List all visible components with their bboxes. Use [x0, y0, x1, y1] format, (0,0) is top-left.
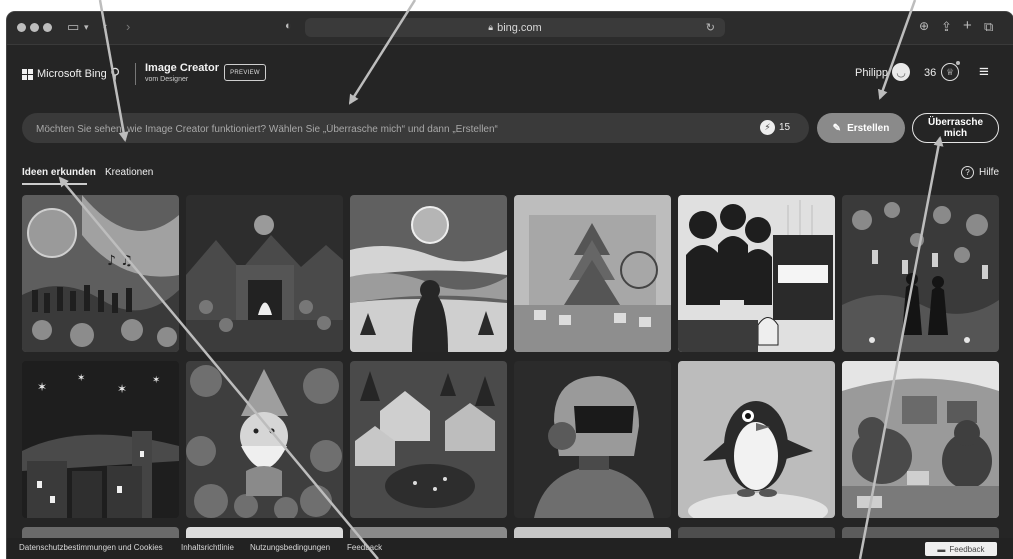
microsoft-logo-icon: [22, 68, 33, 80]
tab-creations[interactable]: Kreationen: [105, 167, 153, 178]
page-footer: Datenschutzbestimmungen und Cookies Inha…: [7, 538, 1013, 559]
feedback-button-label: Feedback: [949, 544, 985, 554]
url-text: bing.com: [497, 21, 542, 34]
help-link[interactable]: ? Hilfe: [961, 166, 999, 179]
gallery-image-santa-ornaments[interactable]: [186, 361, 343, 518]
footer-link-terms[interactable]: Nutzungsbedingungen: [250, 543, 330, 552]
gallery-image-bears-in-den[interactable]: [842, 361, 999, 518]
hamburger-menu-icon[interactable]: ≡: [979, 62, 989, 82]
gallery-image-snowy-village-square[interactable]: [350, 361, 507, 518]
browser-window: ▭ ▾ ‹ › ◐ 🔒︎ bing.com ↻ ⊕ ⇪ + ⧉ Microsof…: [7, 12, 1013, 559]
browser-toolbar: ▭ ▾ ‹ › ◐ 🔒︎ bing.com ↻ ⊕ ⇪ + ⧉: [7, 12, 1013, 45]
new-tab-plus-icon[interactable]: +: [963, 17, 972, 34]
share-icon[interactable]: ⇪: [941, 19, 952, 35]
svg-text:✶: ✶: [37, 380, 47, 394]
prompt-box: ⚡︎ 15: [22, 113, 809, 145]
gallery-image-lantern-garden-couple[interactable]: [842, 195, 999, 352]
svg-text:✶: ✶: [117, 382, 127, 396]
product-subtitle: vom Designer: [145, 76, 189, 83]
download-icon[interactable]: ⊕: [919, 19, 929, 33]
close-window-dot[interactable]: [17, 23, 26, 32]
preview-badge: PREVIEW: [224, 64, 266, 81]
microsoft-bing-logo[interactable]: Microsoft Bing: [22, 68, 107, 80]
tab-overview-icon[interactable]: ⧉: [984, 19, 993, 35]
prompt-input[interactable]: [34, 113, 738, 145]
boost-counter[interactable]: ⚡︎ 15: [760, 120, 790, 135]
gallery-image-space-concert[interactable]: ♪ ♫: [22, 195, 179, 352]
create-button[interactable]: ✎ Erstellen: [817, 113, 905, 143]
surprise-me-button[interactable]: Überrasche mich: [912, 113, 999, 143]
header-divider: [135, 63, 136, 85]
site-header: Microsoft Bing ⚲ Image Creator vom Desig…: [7, 45, 1013, 95]
reload-icon[interactable]: ↻: [706, 21, 715, 34]
footer-link-feedback[interactable]: Feedback: [347, 543, 382, 552]
rewards-points[interactable]: 36: [924, 67, 936, 79]
zoom-window-dot[interactable]: [43, 23, 52, 32]
svg-text:✶: ✶: [77, 373, 85, 384]
gallery-image-miniature-christmas-village[interactable]: [514, 195, 671, 352]
help-label: Hilfe: [979, 167, 1000, 178]
create-button-label: Erstellen: [847, 122, 890, 134]
bing-image-creator-page: Microsoft Bing ⚲ Image Creator vom Desig…: [7, 45, 1013, 559]
svg-text:♪ ♫: ♪ ♫: [107, 253, 133, 269]
lock-icon: 🔒︎: [488, 22, 494, 32]
gallery-image-starry-night-town[interactable]: ✶ ✶ ✶ ✶: [22, 361, 179, 518]
feedback-chat-icon: ▬: [937, 544, 946, 554]
brush-icon: ✎: [832, 122, 842, 134]
search-icon[interactable]: ⚲: [110, 65, 120, 82]
gallery-image-papercraft-campfire[interactable]: [186, 195, 343, 352]
minimize-window-dot[interactable]: [30, 23, 39, 32]
sidebar-toggle-icon[interactable]: ▭: [67, 19, 79, 35]
chevron-down-icon[interactable]: ▾: [84, 22, 89, 33]
gallery-image-cartoon-penguin[interactable]: [678, 361, 835, 518]
active-tab-indicator: [22, 183, 87, 185]
tab-explore-ideas[interactable]: Ideen erkunden: [22, 167, 96, 178]
address-bar[interactable]: 🔒︎ bing.com ↻: [305, 18, 725, 37]
privacy-shield-icon[interactable]: ◐: [285, 20, 292, 32]
gallery-image-women-singing-at-piano[interactable]: [678, 195, 835, 352]
footer-link-privacy[interactable]: Datenschutzbestimmungen und Cookies: [19, 543, 163, 552]
boost-bolt-icon: ⚡︎: [760, 120, 775, 135]
forward-arrow-icon[interactable]: ›: [126, 19, 130, 34]
avatar-icon[interactable]: ◡: [892, 63, 910, 81]
notification-dot: [956, 61, 960, 65]
feedback-button[interactable]: ▬ Feedback: [925, 542, 997, 556]
svg-text:✶: ✶: [152, 375, 160, 386]
brand-text: Microsoft Bing: [37, 68, 107, 80]
product-title[interactable]: Image Creator: [145, 62, 219, 74]
gallery-image-winter-moon-figure[interactable]: [350, 195, 507, 352]
user-name[interactable]: Philipp: [855, 67, 888, 79]
back-arrow-icon[interactable]: ‹: [103, 19, 107, 34]
question-icon: ?: [961, 166, 974, 179]
boost-count: 15: [779, 122, 791, 133]
footer-link-content-policy[interactable]: Inhaltsrichtlinie: [181, 543, 234, 552]
rewards-trophy-icon[interactable]: ♕: [941, 63, 959, 81]
gallery-image-robot-portrait[interactable]: [514, 361, 671, 518]
